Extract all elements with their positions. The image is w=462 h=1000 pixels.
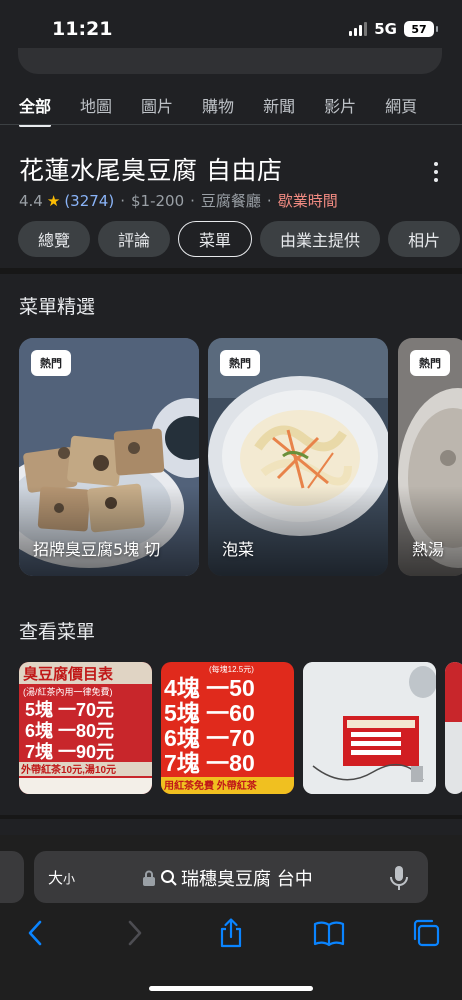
bookmarks-icon[interactable] [313,917,345,949]
browser-toolbar: 大小 瑞穗臭豆腐 台中 [0,835,462,1000]
separator: · [190,191,195,210]
hours-status[interactable]: 歇業時間 [278,190,338,211]
home-indicator[interactable] [149,986,313,991]
search-icon [161,870,177,886]
share-icon[interactable] [215,917,247,949]
menu-highlights-heading: 菜單精選 [19,296,96,318]
menu-board-line: 7塊 一90元 [25,741,114,762]
menu-price-board: (每塊12.5元) 4塊 一50 5塊 一60 6塊 一70 7塊 一80 用紅… [161,662,294,794]
menu-board-line: 5塊 一60 [164,700,255,726]
network-type: 5G [374,20,397,38]
menu-highlight-card[interactable]: 熱門 泡菜 [208,338,388,576]
tab-maps[interactable]: 地圖 [80,93,112,127]
chip-overview[interactable]: 總覽 [18,221,91,257]
forward-icon[interactable] [118,917,150,949]
popular-badge: 熱門 [31,350,71,376]
menu-image[interactable] [445,662,462,794]
chip-menu[interactable]: 菜單 [178,221,253,257]
previous-tab[interactable] [0,851,24,903]
separator: · [120,191,125,210]
menu-item-name: 熱湯 [412,540,445,559]
menu-board-line: 5塊 一70元 [25,699,114,720]
spacer [0,592,462,593]
text-size-large: 大 [48,869,64,887]
address-content: 瑞穗臭豆腐 台中 [142,865,313,891]
menu-board-line: 4塊 一50 [164,675,255,701]
text-size-button[interactable]: 大小 [48,867,75,888]
popular-badge: 熱門 [220,350,260,376]
divider [0,268,462,274]
menu-image[interactable]: 臭豆腐價目表 (湯/紅茶內用一律免費) 5塊 一70元 6塊 一80元 7塊 一… [19,662,152,794]
popular-badge: 熱門 [410,350,450,376]
search-box[interactable] [18,48,442,74]
place-category: 豆腐餐廳 [200,192,261,210]
signal-icon [349,22,368,36]
browser-nav-toolbar [0,917,462,953]
place-info-row: 4.4 ★ (3274) · $1-200 · 豆腐餐廳 · 歇業時間 [19,190,338,211]
rating-value: 4.4 [19,191,43,210]
tab-all[interactable]: 全部 [19,93,52,127]
menu-board-note: (湯/紅茶內用一律免費) [23,686,113,697]
tab-news[interactable]: 新聞 [263,93,295,127]
menu-board-line: 6塊 一70 [164,725,255,751]
shade [208,486,388,576]
shade [398,486,462,576]
more-vert-icon[interactable] [432,162,440,182]
star-icon: ★ [46,191,61,210]
menu-board-line: 7塊 一80 [164,750,255,776]
menu-price-board: 臭豆腐價目表 (湯/紅茶內用一律免費) 5塊 一70元 6塊 一80元 7塊 一… [19,662,152,794]
menu-image-partial [445,662,462,794]
lock-icon [143,870,155,886]
chip-photos[interactable]: 相片 [388,221,461,257]
price-range: $1-200 [130,191,185,210]
place-title: 花蓮水尾臭豆腐 自由店 [19,156,283,185]
menu-highlight-card[interactable]: 熱門 招牌臭豆腐5塊 切 [19,338,199,576]
menu-board-footer: 外帶紅茶10元,湯10元 [20,763,116,776]
view-menu-heading: 查看菜單 [19,621,96,643]
search-category-tabs: 全部 地圖 圖片 購物 新聞 影片 網頁 [19,93,446,127]
menu-image[interactable] [303,662,436,794]
menu-board-top: (每塊12.5元) [209,664,254,674]
menu-image[interactable]: (每塊12.5元) 4塊 一50 5塊 一60 6塊 一70 7塊 一80 用紅… [161,662,294,794]
chip-reviews[interactable]: 評論 [98,221,171,257]
chip-from-owner[interactable]: 由業主提供 [260,221,381,257]
tab-videos[interactable]: 影片 [324,93,356,127]
tab-images[interactable]: 圖片 [141,93,173,127]
menu-item-name: 泡菜 [222,540,255,559]
status-indicators: 5G 57 [349,20,438,38]
status-time: 11:21 [52,18,113,40]
back-icon[interactable] [20,917,52,949]
tab-shopping[interactable]: 購物 [202,93,234,127]
menu-highlight-card[interactable]: 熱門 熱湯 [398,338,462,576]
address-query: 瑞穗臭豆腐 台中 [181,869,313,890]
divider [0,124,462,125]
menu-board-title: 臭豆腐價目表 [23,665,114,683]
review-count-link[interactable]: (3274) [64,192,114,210]
battery-icon: 57 [404,21,438,37]
tab-web[interactable]: 網頁 [385,93,417,127]
place-chips: 總覽 評論 菜單 由業主提供 相片 [18,221,461,257]
menu-board-footer: 用紅茶免費 外帶紅茶 [163,779,258,792]
battery-level: 57 [411,22,427,36]
shade [19,486,199,576]
tabs-icon[interactable] [410,917,442,949]
address-bar[interactable]: 大小 瑞穗臭豆腐 台中 [34,851,428,903]
divider [0,815,462,819]
menu-board-line: 6塊 一80元 [25,720,114,741]
menu-item-name: 招牌臭豆腐5塊 切 [33,540,161,559]
separator: · [266,191,272,210]
text-size-small: 小 [63,872,76,886]
mic-icon[interactable] [388,865,410,891]
menu-wall-photo [303,662,436,794]
